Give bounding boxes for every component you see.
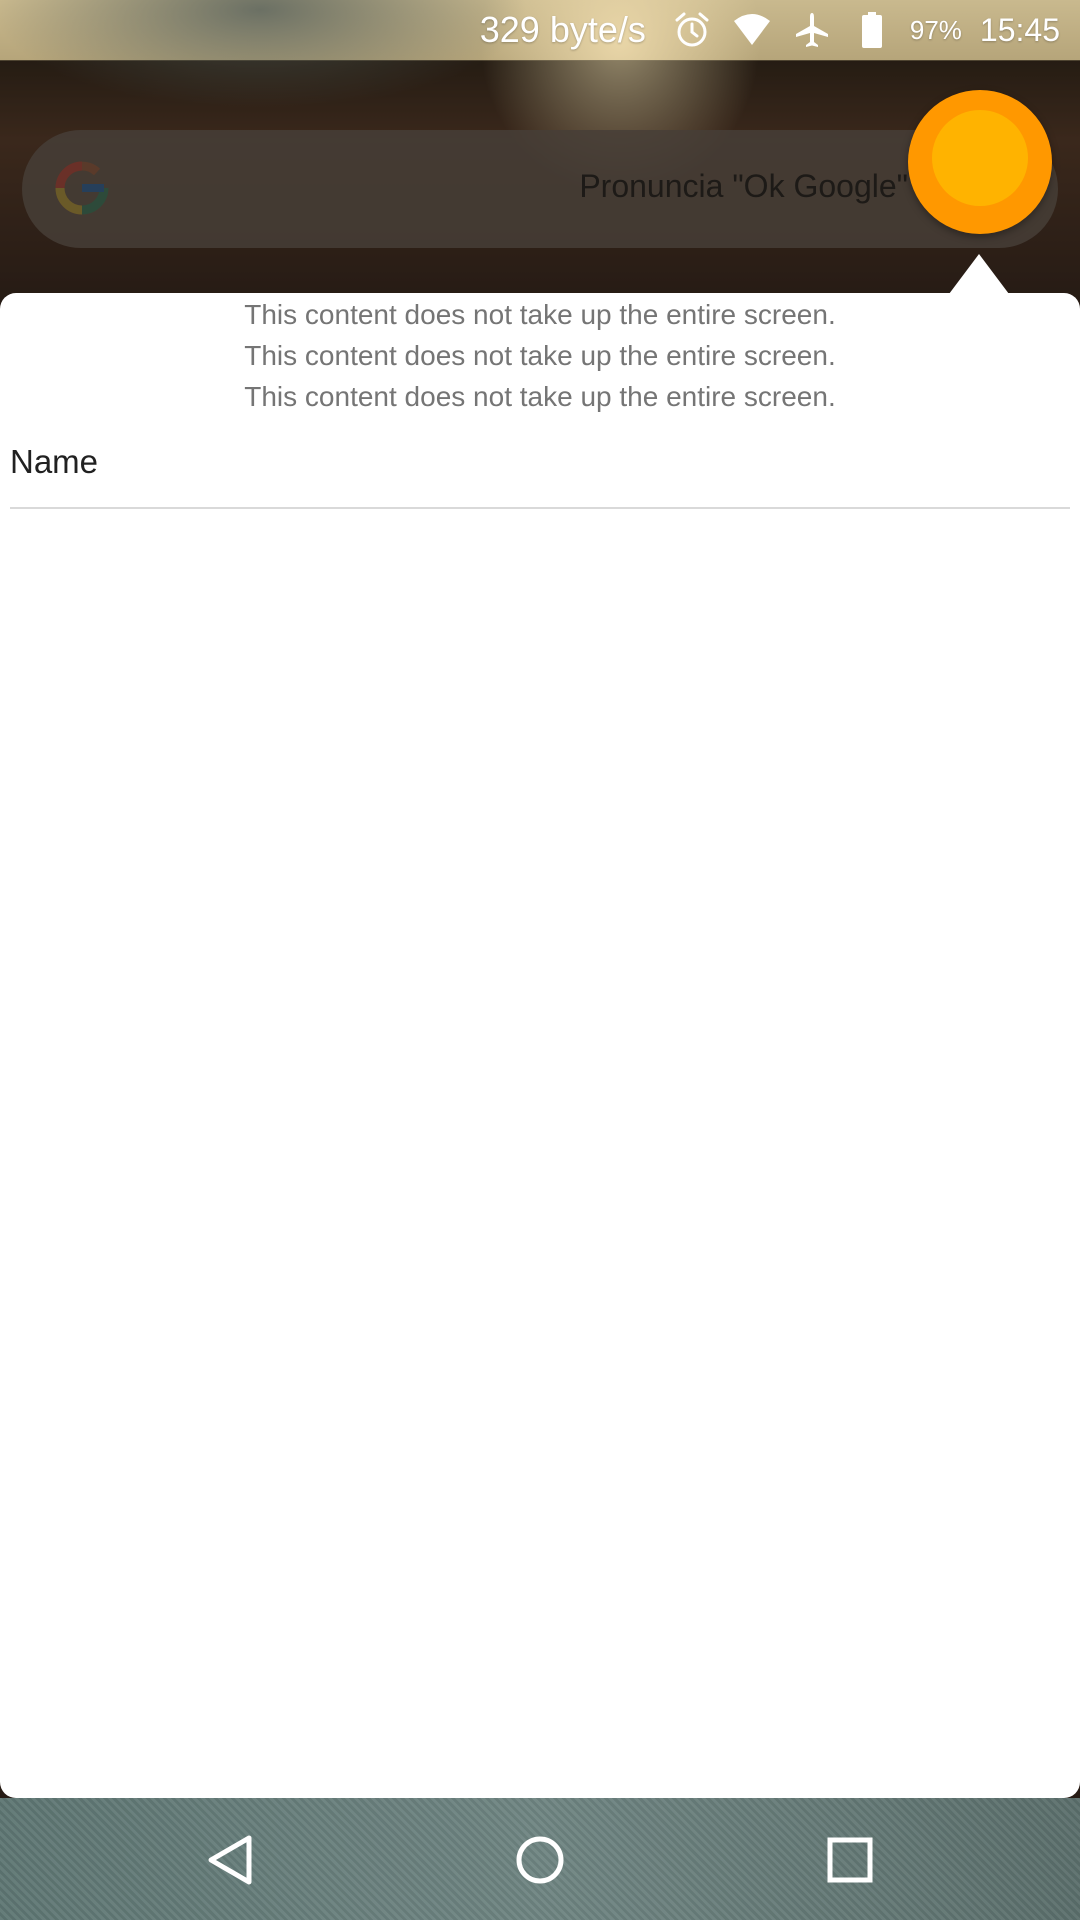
home-circle-icon[interactable] bbox=[510, 1830, 570, 1890]
name-field-underline bbox=[10, 507, 1070, 509]
popup-pointer bbox=[949, 254, 1009, 294]
popup-message: This content does not take up the entire… bbox=[244, 299, 836, 330]
popup-message: This content does not take up the entire… bbox=[244, 381, 836, 412]
navigation-bar bbox=[0, 1798, 1080, 1920]
back-triangle-icon[interactable] bbox=[201, 1830, 261, 1890]
floating-bubble-button[interactable] bbox=[908, 90, 1052, 234]
status-bar: 329 byte/s 97% 15:45 bbox=[0, 0, 1080, 60]
wifi-icon bbox=[732, 10, 772, 50]
popup-message: This content does not take up the entire… bbox=[244, 340, 836, 371]
bubble-inner-circle bbox=[932, 110, 1028, 206]
popup-panel: This content does not take up the entire… bbox=[0, 293, 1080, 1798]
search-hint: Pronuncia "Ok Google" bbox=[579, 168, 908, 204]
google-search-bar[interactable]: Pronuncia "Ok Google" bbox=[22, 130, 1058, 248]
network-speed: 329 byte/s bbox=[479, 9, 646, 50]
battery-percent: 97% bbox=[909, 14, 962, 45]
recents-square-icon[interactable] bbox=[820, 1830, 880, 1890]
battery-icon bbox=[852, 10, 892, 50]
alarm-icon bbox=[672, 10, 712, 50]
airplane-icon bbox=[792, 10, 832, 50]
name-label: Name bbox=[10, 443, 99, 480]
name-field[interactable]: Name bbox=[10, 443, 1070, 513]
clock: 15:45 bbox=[979, 11, 1060, 48]
google-g-icon bbox=[52, 158, 112, 218]
